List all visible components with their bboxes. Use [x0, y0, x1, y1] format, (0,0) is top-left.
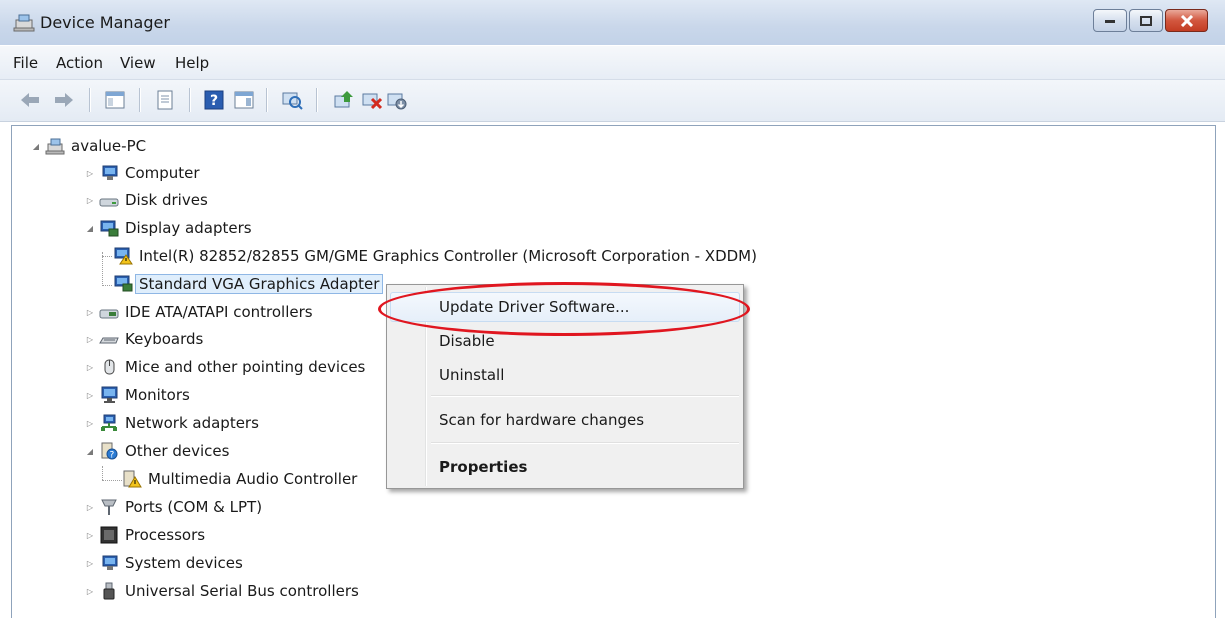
svg-text:?: ? — [210, 93, 218, 109]
tree-item-label: Processors — [125, 526, 206, 544]
close-icon — [1180, 14, 1193, 27]
tree-item-processors[interactable]: ▷ Processors — [85, 523, 205, 547]
collapsed-arrow-icon[interactable]: ▷ — [85, 168, 95, 178]
tree-root[interactable]: ◢ avalue-PC — [31, 134, 146, 158]
menu-item-disable[interactable]: Disable — [439, 332, 495, 350]
maximize-button[interactable] — [1129, 9, 1163, 32]
tree-item-label: Network adapters — [125, 414, 259, 432]
minimize-icon — [1105, 19, 1115, 23]
tree-item-label: Multimedia Audio Controller — [148, 470, 358, 488]
tree-item-disk-drives[interactable]: ▷ Disk drives — [85, 188, 208, 212]
menu-bar: File Action View Help — [0, 46, 1225, 80]
network-adapter-icon — [99, 414, 119, 432]
uninstall-icon[interactable] — [361, 89, 383, 111]
tree-item-label: Other devices — [125, 442, 230, 460]
menu-item-update-driver[interactable]: Update Driver Software... — [439, 298, 629, 316]
svg-text:?: ? — [110, 451, 115, 461]
title-bar[interactable]: Device Manager — [0, 0, 1225, 45]
menu-action[interactable]: Action — [56, 54, 103, 72]
properties-icon[interactable] — [154, 89, 176, 111]
collapsed-arrow-icon[interactable]: ▷ — [85, 586, 95, 596]
display-adapter-warning-icon — [113, 247, 133, 265]
tree-item-label: Universal Serial Bus controllers — [125, 582, 359, 600]
tree-item-standard-vga[interactable]: Standard VGA Graphics Adapter — [113, 272, 384, 296]
tree-item-label: Disk drives — [125, 191, 208, 209]
ide-controller-icon — [99, 303, 119, 321]
action-pane-icon[interactable] — [233, 89, 255, 111]
monitor-icon — [99, 386, 119, 404]
display-adapter-icon — [99, 219, 119, 237]
disable-icon[interactable] — [386, 89, 408, 111]
menu-item-scan-hardware[interactable]: Scan for hardware changes — [439, 411, 644, 429]
collapsed-arrow-icon[interactable]: ▷ — [85, 418, 95, 428]
tree-item-mice[interactable]: ▷ Mice and other pointing devices — [85, 355, 365, 379]
tree-item-network-adapters[interactable]: ▷ Network adapters — [85, 411, 259, 435]
tree-item-label: Keyboards — [125, 330, 204, 348]
tree-item-other-devices[interactable]: ◢ ? Other devices — [85, 439, 230, 463]
tree-item-monitors[interactable]: ▷ Monitors — [85, 383, 190, 407]
processor-icon — [99, 526, 119, 544]
menu-view[interactable]: View — [120, 54, 156, 72]
port-icon — [99, 498, 119, 516]
back-icon[interactable] — [19, 89, 41, 111]
menu-help[interactable]: Help — [175, 54, 209, 72]
tree-item-label: Display adapters — [125, 219, 252, 237]
minimize-button[interactable] — [1093, 9, 1127, 32]
system-device-icon — [99, 554, 119, 572]
computer-root-icon — [45, 137, 65, 155]
tree-item-label: Mice and other pointing devices — [125, 358, 366, 376]
scan-hardware-icon[interactable] — [281, 89, 303, 111]
device-manager-window: Device Manager File Action View Help ? ◢… — [0, 0, 1225, 618]
tree-item-label: IDE ATA/ATAPI controllers — [125, 303, 313, 321]
collapsed-arrow-icon[interactable]: ▷ — [85, 390, 95, 400]
tree-item-system-devices[interactable]: ▷ System devices — [85, 551, 243, 575]
usb-icon — [99, 582, 119, 600]
toolbar: ? — [0, 80, 1225, 122]
expanded-arrow-icon[interactable]: ◢ — [85, 446, 95, 456]
menu-file[interactable]: File — [13, 54, 38, 72]
collapsed-arrow-icon[interactable]: ▷ — [85, 530, 95, 540]
help-icon[interactable]: ? — [203, 89, 225, 111]
tree-item-ports[interactable]: ▷ Ports (COM & LPT) — [85, 495, 262, 519]
tree-item-label: Intel(R) 82852/82855 GM/GME Graphics Con… — [139, 247, 757, 265]
collapsed-arrow-icon[interactable]: ▷ — [85, 195, 95, 205]
tree-item-label: Computer — [125, 164, 200, 182]
tree-item-intel-graphics[interactable]: Intel(R) 82852/82855 GM/GME Graphics Con… — [113, 244, 757, 268]
menu-item-uninstall[interactable]: Uninstall — [439, 366, 504, 384]
update-driver-icon[interactable] — [333, 89, 355, 111]
unknown-device-warning-icon — [122, 470, 142, 488]
tree-item-ide-controllers[interactable]: ▷ IDE ATA/ATAPI controllers — [85, 300, 313, 324]
keyboard-icon — [99, 330, 119, 348]
close-button[interactable] — [1165, 9, 1208, 32]
collapsed-arrow-icon[interactable]: ▷ — [85, 502, 95, 512]
tree-item-label: Standard VGA Graphics Adapter — [135, 274, 384, 294]
tree-item-computer[interactable]: ▷ Computer — [85, 161, 200, 185]
tree-item-display-adapters[interactable]: ◢ Display adapters — [85, 216, 252, 240]
display-adapter-icon — [113, 275, 133, 293]
tree-item-usb-controllers[interactable]: ▷ Universal Serial Bus controllers — [85, 579, 359, 603]
tree-item-label: Monitors — [125, 386, 190, 404]
collapsed-arrow-icon[interactable]: ▷ — [85, 558, 95, 568]
forward-icon[interactable] — [53, 89, 75, 111]
collapsed-arrow-icon[interactable]: ▷ — [85, 362, 95, 372]
maximize-icon — [1140, 15, 1152, 26]
expanded-arrow-icon[interactable]: ◢ — [85, 223, 95, 233]
show-hide-console-tree-icon[interactable] — [104, 89, 126, 111]
context-menu: Update Driver Software... Disable Uninst… — [386, 284, 744, 489]
other-devices-icon: ? — [99, 442, 119, 461]
disk-drive-icon — [99, 191, 119, 209]
tree-item-keyboards[interactable]: ▷ Keyboards — [85, 327, 203, 351]
collapsed-arrow-icon[interactable]: ▷ — [85, 334, 95, 344]
mouse-icon — [99, 358, 119, 376]
tree-root-label: avalue-PC — [71, 137, 147, 155]
computer-icon — [99, 164, 119, 182]
menu-item-properties[interactable]: Properties — [439, 458, 527, 476]
window-title: Device Manager — [40, 13, 170, 32]
collapsed-arrow-icon[interactable]: ▷ — [85, 307, 95, 317]
expanded-arrow-icon[interactable]: ◢ — [31, 141, 41, 151]
tree-item-label: Ports (COM & LPT) — [125, 498, 263, 516]
tree-item-multimedia-audio[interactable]: Multimedia Audio Controller — [122, 467, 357, 491]
tree-item-label: System devices — [125, 554, 243, 572]
device-manager-icon — [13, 11, 35, 33]
